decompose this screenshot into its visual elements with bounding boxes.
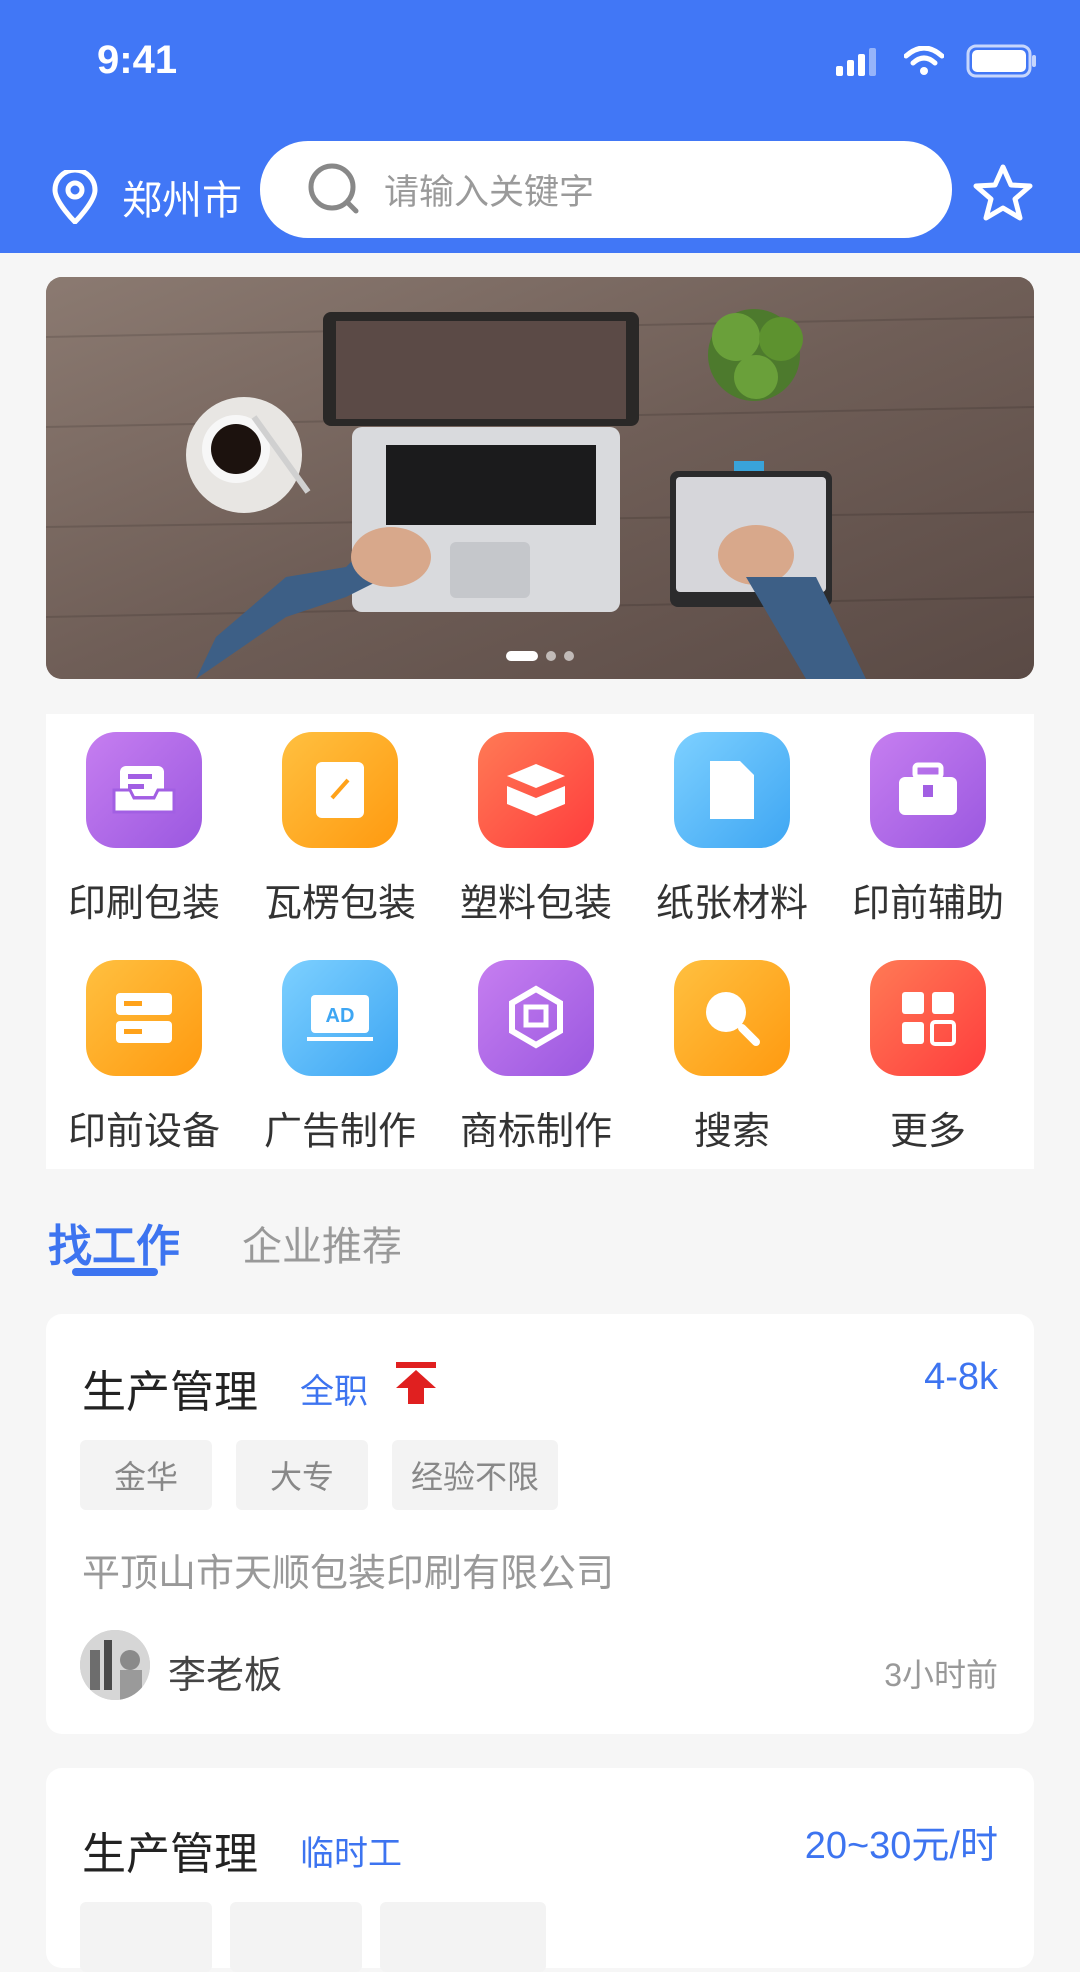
promo-banner[interactable] xyxy=(46,277,1034,679)
location-selector[interactable]: 郑州市 xyxy=(50,168,242,226)
category-label: 瓦楞包装 xyxy=(263,883,416,925)
category-label: 商标制作 xyxy=(459,1111,612,1153)
boss-name: 李老板 xyxy=(168,1655,283,1697)
job-tag-experience: 经验不限 xyxy=(392,1440,558,1510)
city-label: 郑州市 xyxy=(122,179,242,223)
category-item-more[interactable]: 更多 xyxy=(830,960,1026,1155)
category-item-search[interactable]: 搜索 xyxy=(634,960,830,1155)
company-name: 平顶山市天顺包装印刷有限公司 xyxy=(82,1553,615,1595)
pagination-dot[interactable] xyxy=(546,651,556,661)
category-label: 印刷包装 xyxy=(67,883,220,925)
job-tag-location: 金华 xyxy=(80,1440,212,1510)
brand-logo-icon xyxy=(478,960,594,1076)
banner-pagination xyxy=(46,651,1034,661)
wifi-icon xyxy=(904,46,944,75)
pagination-dot[interactable] xyxy=(564,651,574,661)
post-time: 3小时前 xyxy=(884,1657,998,1693)
job-salary: 4-8k xyxy=(924,1356,998,1398)
category-label: 塑料包装 xyxy=(459,883,612,925)
search-icon xyxy=(308,163,359,213)
category-label: 更多 xyxy=(889,1111,966,1153)
search-icon xyxy=(674,960,790,1076)
category-label: 印前设备 xyxy=(67,1111,220,1153)
favorite-star-icon[interactable] xyxy=(972,163,1034,223)
job-tag xyxy=(380,1902,546,1972)
category-item-prepress-aux[interactable]: 印前辅助 xyxy=(830,732,1026,927)
pagination-dot-active[interactable] xyxy=(506,651,538,661)
job-title: 生产管理 xyxy=(82,1830,258,1879)
category-label: 广告制作 xyxy=(263,1111,416,1153)
job-card[interactable]: 生产管理 临时工 20~30元/时 xyxy=(46,1768,1034,1972)
server-icon xyxy=(86,960,202,1076)
search-input[interactable]: 请输入关键字 xyxy=(260,141,952,238)
job-tag-education: 大专 xyxy=(236,1440,368,1510)
svg-text:AD: AD xyxy=(326,1005,355,1027)
printer-tray-icon xyxy=(86,732,202,848)
category-label: 搜索 xyxy=(693,1111,770,1153)
category-item-paper[interactable]: 纸张材料 xyxy=(634,732,830,927)
job-tag xyxy=(80,1902,212,1972)
category-item-plastic[interactable]: 塑料包装 xyxy=(438,732,634,927)
job-type: 临时工 xyxy=(300,1835,402,1873)
category-item-trademark[interactable]: 商标制作 xyxy=(438,960,634,1155)
battery-icon xyxy=(966,44,1036,78)
search-placeholder: 请输入关键字 xyxy=(384,173,595,212)
job-title: 生产管理 xyxy=(82,1368,258,1417)
status-time: 9:41 xyxy=(97,38,178,82)
job-card[interactable]: 生产管理 全职 4-8k 金华 大专 经验不限 平顶山市天顺包装印刷有限公司 李… xyxy=(46,1314,1034,1734)
category-item-prepress-equipment[interactable]: 印前设备 xyxy=(46,960,242,1155)
category-item-corrugated[interactable]: 瓦楞包装 xyxy=(242,732,438,927)
avatar xyxy=(80,1630,150,1700)
toolbox-icon xyxy=(870,732,986,848)
top-pin-icon xyxy=(396,1362,436,1404)
grid-more-icon xyxy=(870,960,986,1076)
job-salary: 20~30元/时 xyxy=(804,1825,998,1867)
paper-icon xyxy=(674,732,790,848)
signal-icon xyxy=(836,48,876,76)
category-label: 印前辅助 xyxy=(851,883,1004,925)
category-label: 纸张材料 xyxy=(655,883,808,925)
tab-find-job[interactable]: 找工作 xyxy=(48,1210,180,1274)
tab-company-recommend[interactable]: 企业推荐 xyxy=(242,1214,402,1272)
ad-screen-icon: AD xyxy=(282,960,398,1076)
tab-active-indicator xyxy=(72,1268,158,1276)
status-icons xyxy=(834,44,1038,78)
box-icon xyxy=(478,732,594,848)
job-type: 全职 xyxy=(300,1373,368,1411)
category-grid: 印刷包装 瓦楞包装 塑料包装 纸张材料 印前辅助 印前设备 AD 广告制作 商标… xyxy=(46,714,1034,1169)
banner-image xyxy=(46,277,1034,679)
note-pad-icon xyxy=(282,732,398,848)
category-item-printing[interactable]: 印刷包装 xyxy=(46,732,242,927)
category-item-advertising[interactable]: AD 广告制作 xyxy=(242,960,438,1155)
job-tag xyxy=(230,1902,362,1972)
location-pin-icon xyxy=(52,170,98,224)
